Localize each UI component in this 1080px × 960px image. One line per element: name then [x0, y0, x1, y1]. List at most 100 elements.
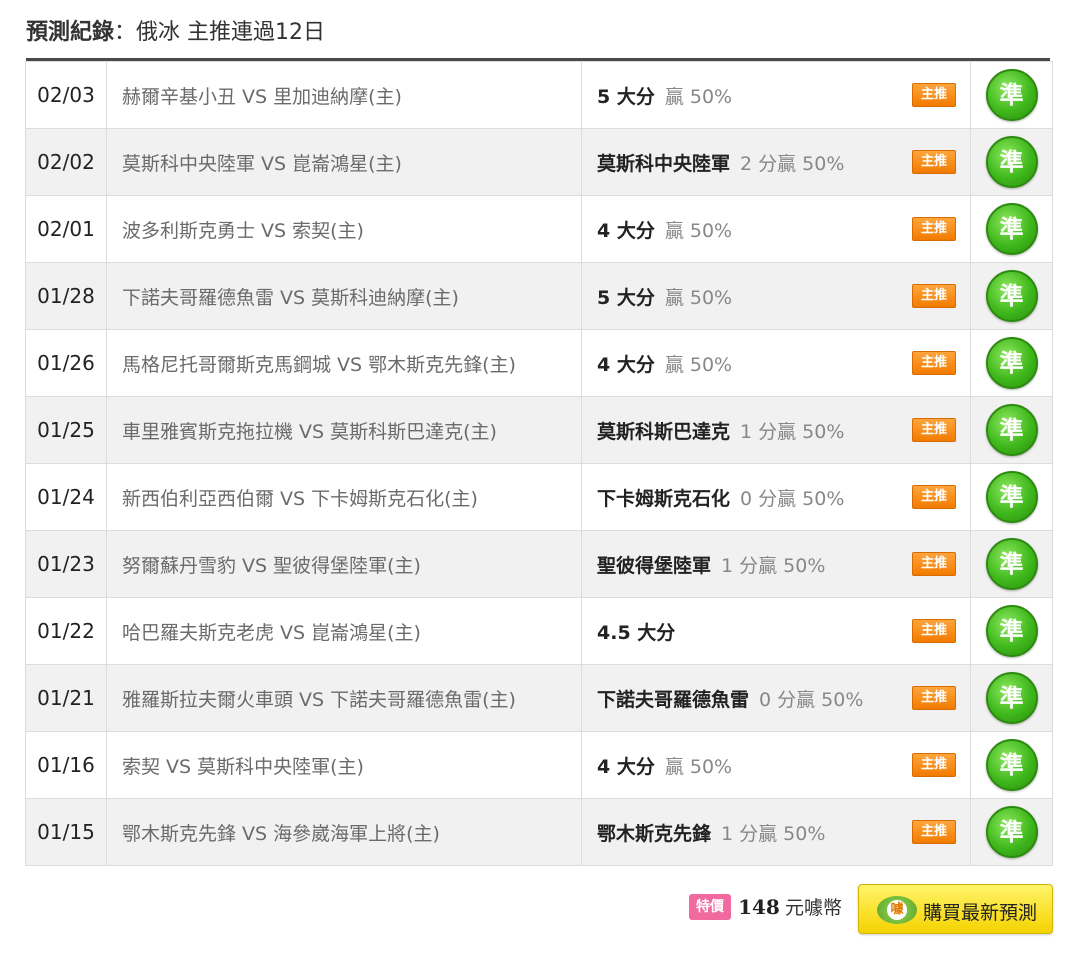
row-pick: 下卡姆斯克石化	[597, 487, 731, 510]
correct-badge-icon: 準	[985, 605, 1038, 657]
sale-badge: 特價	[689, 893, 731, 920]
row-match: 努爾蘇丹雪豹 VS 聖彼得堡陸軍(主)	[106, 530, 582, 598]
row-date: 02/03	[25, 61, 107, 129]
row-pick: 莫斯科中央陸軍	[597, 152, 731, 175]
row-status-cell: 準	[970, 664, 1053, 732]
row-date: 01/24	[25, 463, 107, 531]
row-prediction: 聖彼得堡陸軍 1 分贏 50% 主推	[581, 530, 971, 598]
main-pick-tag: 主推	[912, 619, 956, 643]
main-pick-tag: 主推	[912, 753, 956, 777]
correct-badge-icon: 準	[985, 739, 1038, 791]
row-result: 2 分贏 50%	[740, 152, 845, 175]
buy-latest-prediction-button[interactable]: 噱 購買最新預測	[858, 884, 1053, 934]
row-status-cell: 準	[970, 597, 1053, 665]
row-match: 哈巴羅夫斯克老虎 VS 崑崙鴻星(主)	[106, 597, 582, 665]
row-status-cell: 準	[970, 798, 1053, 866]
page-title: 預測紀錄：俄冰 主推連過12日	[26, 14, 325, 46]
row-pick: 聖彼得堡陸軍	[597, 554, 712, 577]
row-date: 01/23	[25, 530, 107, 598]
coin-icon: 噱	[877, 896, 917, 924]
row-pick: 4 大分	[597, 219, 655, 242]
row-pick: 4 大分	[597, 353, 655, 376]
row-prediction: 鄂木斯克先鋒 1 分贏 50% 主推	[581, 798, 971, 866]
row-date: 01/22	[25, 597, 107, 665]
table-row: 01/22 哈巴羅夫斯克老虎 VS 崑崙鴻星(主) 4.5 大分 主推 準	[25, 597, 1053, 665]
table-row: 01/23 努爾蘇丹雪豹 VS 聖彼得堡陸軍(主) 聖彼得堡陸軍 1 分贏 50% 主推…	[25, 530, 1053, 598]
correct-badge-icon: 準	[985, 270, 1038, 322]
correct-badge-icon: 準	[985, 538, 1038, 590]
row-result: 贏 50%	[664, 219, 733, 242]
table-row: 02/03 赫爾辛基小丑 VS 里加迪納摩(主) 5 大分贏 50% 主推 準	[25, 61, 1053, 129]
correct-badge-icon: 準	[985, 337, 1038, 389]
row-prediction: 下卡姆斯克石化 0 分贏 50% 主推	[581, 463, 971, 531]
row-pick: 4 大分	[597, 755, 655, 778]
row-pick: 鄂木斯克先鋒	[597, 822, 712, 845]
main-pick-tag: 主推	[912, 820, 956, 844]
row-match: 車里雅賓斯克拖拉機 VS 莫斯科斯巴達克(主)	[106, 396, 582, 464]
main-pick-tag: 主推	[912, 217, 956, 241]
row-match: 莫斯科中央陸軍 VS 崑崙鴻星(主)	[106, 128, 582, 196]
correct-badge-icon: 準	[985, 136, 1038, 188]
row-match: 鄂木斯克先鋒 VS 海參崴海軍上將(主)	[106, 798, 582, 866]
main-pick-tag: 主推	[912, 485, 956, 509]
row-pick: 5 大分	[597, 85, 655, 108]
row-date: 02/01	[25, 195, 107, 263]
main-pick-tag: 主推	[912, 418, 956, 442]
row-match: 赫爾辛基小丑 VS 里加迪納摩(主)	[106, 61, 582, 129]
main-pick-tag: 主推	[912, 686, 956, 710]
row-date: 02/02	[25, 128, 107, 196]
main-pick-tag: 主推	[912, 552, 956, 576]
table-row: 02/01 波多利斯克勇士 VS 索契(主) 4 大分贏 50% 主推 準	[25, 195, 1053, 263]
row-result: 贏 50%	[664, 85, 733, 108]
correct-badge-icon: 準	[985, 203, 1038, 255]
main-pick-tag: 主推	[912, 351, 956, 375]
table-row: 01/24 新西伯利亞西伯爾 VS 下卡姆斯克石化(主) 下卡姆斯克石化 0 分贏 5…	[25, 463, 1053, 531]
row-prediction: 4.5 大分 主推	[581, 597, 971, 665]
row-date: 01/28	[25, 262, 107, 330]
row-prediction: 5 大分贏 50% 主推	[581, 262, 971, 330]
row-status-cell: 準	[970, 463, 1053, 531]
row-pick: 下諾夫哥羅德魚雷	[597, 688, 750, 711]
row-prediction: 4 大分贏 50% 主推	[581, 731, 971, 799]
price-info: 特價 148 元噱幣	[689, 893, 842, 923]
main-pick-tag: 主推	[912, 83, 956, 107]
row-date: 01/25	[25, 396, 107, 464]
row-result: 贏 50%	[664, 286, 733, 309]
title-separator: ：	[114, 20, 137, 45]
title-subtitle: 俄冰 主推連過12日	[136, 20, 326, 45]
row-result: 0 分贏 50%	[759, 688, 864, 711]
row-status-cell: 準	[970, 731, 1053, 799]
row-prediction: 莫斯科斯巴達克 1 分贏 50% 主推	[581, 396, 971, 464]
row-match: 雅羅斯拉夫爾火車頭 VS 下諾夫哥羅德魚雷(主)	[106, 664, 582, 732]
correct-badge-icon: 準	[985, 806, 1038, 858]
row-date: 01/21	[25, 664, 107, 732]
row-status-cell: 準	[970, 195, 1053, 263]
price-unit: 元噱幣	[784, 897, 842, 919]
row-result: 1 分贏 50%	[721, 554, 826, 577]
row-prediction: 下諾夫哥羅德魚雷 0 分贏 50% 主推	[581, 664, 971, 732]
row-result: 1 分贏 50%	[740, 420, 845, 443]
main-pick-tag: 主推	[912, 284, 956, 308]
table-row: 01/15 鄂木斯克先鋒 VS 海參崴海軍上將(主) 鄂木斯克先鋒 1 分贏 50% 主…	[25, 798, 1053, 866]
row-status-cell: 準	[970, 128, 1053, 196]
row-prediction: 5 大分贏 50% 主推	[581, 61, 971, 129]
row-prediction: 4 大分贏 50% 主推	[581, 329, 971, 397]
row-result: 贏 50%	[664, 755, 733, 778]
row-prediction: 4 大分贏 50% 主推	[581, 195, 971, 263]
row-status-cell: 準	[970, 329, 1053, 397]
row-pick: 莫斯科斯巴達克	[597, 420, 731, 443]
row-result: 贏 50%	[664, 353, 733, 376]
table-row: 01/21 雅羅斯拉夫爾火車頭 VS 下諾夫哥羅德魚雷(主) 下諾夫哥羅德魚雷 0 分…	[25, 664, 1053, 732]
row-match: 索契 VS 莫斯科中央陸軍(主)	[106, 731, 582, 799]
price-value: 148	[738, 894, 780, 919]
row-status-cell: 準	[970, 396, 1053, 464]
row-status-cell: 準	[970, 262, 1053, 330]
table-row: 02/02 莫斯科中央陸軍 VS 崑崙鴻星(主) 莫斯科中央陸軍 2 分贏 50% 主推…	[25, 128, 1053, 196]
row-result: 1 分贏 50%	[721, 822, 826, 845]
prediction-table: 02/03 赫爾辛基小丑 VS 里加迪納摩(主) 5 大分贏 50% 主推準 02/02…	[25, 61, 1053, 866]
row-date: 01/26	[25, 329, 107, 397]
table-row: 01/28 下諾夫哥羅德魚雷 VS 莫斯科迪納摩(主) 5 大分贏 50% 主推 準	[25, 262, 1053, 330]
table-row: 01/16 索契 VS 莫斯科中央陸軍(主) 4 大分贏 50% 主推 準	[25, 731, 1053, 799]
row-status-cell: 準	[970, 530, 1053, 598]
row-match: 新西伯利亞西伯爾 VS 下卡姆斯克石化(主)	[106, 463, 582, 531]
